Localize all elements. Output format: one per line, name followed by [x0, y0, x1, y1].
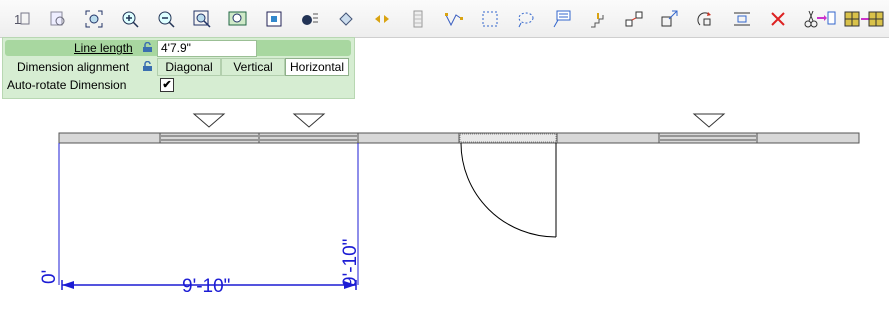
label-button[interactable]	[552, 9, 572, 29]
move-points-button[interactable]	[624, 9, 644, 29]
auto-rotate-label: Auto-rotate Dimension	[7, 78, 127, 92]
print-preview-button[interactable]	[48, 9, 68, 29]
line-length-input[interactable]: 4'7.9"	[157, 40, 257, 57]
door[interactable]	[459, 133, 557, 238]
selected-outline[interactable]	[58, 143, 359, 285]
dimension-alignment-label: Dimension alignment	[17, 60, 130, 74]
property-panel: Line length 4'7.9" Dimension alignment D…	[2, 37, 355, 99]
eraser-icon	[339, 12, 353, 26]
scale-button[interactable]	[660, 9, 680, 29]
polyline-icon	[445, 13, 463, 27]
selection-box-icon	[482, 11, 498, 27]
scale-icon	[661, 10, 678, 27]
number-view-icon: 1	[14, 12, 30, 27]
fill-select-button[interactable]	[264, 9, 284, 29]
alignment-option-diagonal[interactable]: Diagonal	[157, 58, 221, 76]
print-preview-icon	[50, 11, 65, 26]
zoom-extents-button[interactable]	[84, 9, 104, 29]
cut-paste-icon	[804, 10, 836, 28]
text-style-icon	[302, 13, 318, 25]
text-style-button[interactable]	[300, 9, 320, 29]
line-length-label[interactable]: Line length	[74, 40, 133, 56]
array-button[interactable]	[844, 9, 884, 29]
dimension-horizontal-label[interactable]: 9'-10"	[182, 276, 230, 297]
zoom-in-icon	[122, 11, 139, 28]
dimension-vertical-label[interactable]: 9'-10"	[340, 239, 361, 287]
lasso-button[interactable]	[516, 9, 536, 29]
window-marker-icon[interactable]	[192, 113, 226, 128]
arrows-button[interactable]	[372, 9, 392, 29]
label-icon	[553, 10, 571, 28]
svg-text:1: 1	[14, 12, 21, 27]
alignment-option-vertical[interactable]: Vertical	[221, 58, 285, 76]
lasso-icon	[518, 12, 534, 28]
window[interactable]	[161, 135, 258, 141]
window[interactable]	[660, 135, 756, 141]
eraser-button[interactable]	[336, 9, 356, 29]
alignment-option-horizontal[interactable]: Horizontal	[285, 58, 349, 76]
window-marker-icon[interactable]	[692, 113, 726, 128]
window[interactable]	[260, 135, 357, 141]
lock-icon[interactable]	[142, 42, 153, 53]
wall[interactable]	[58, 132, 860, 144]
zoom-window-icon	[193, 10, 211, 28]
delete-button[interactable]	[768, 9, 788, 29]
zoom-in-button[interactable]	[120, 9, 140, 29]
lock-icon[interactable]	[142, 61, 153, 72]
stair-button[interactable]	[588, 9, 608, 29]
rotate-icon	[697, 12, 711, 26]
stair-icon	[591, 13, 604, 28]
dimension-zero-label[interactable]: 0'	[39, 270, 60, 284]
move-points-icon	[625, 11, 643, 27]
cut-paste-button[interactable]	[804, 9, 836, 29]
auto-rotate-checkbox[interactable]: ✔	[160, 78, 174, 92]
zoom-selection-button[interactable]	[228, 9, 248, 29]
column-button[interactable]	[408, 9, 428, 29]
zoom-extents-icon	[85, 10, 103, 28]
selection-box-button[interactable]	[480, 9, 500, 29]
align-button[interactable]	[732, 9, 752, 29]
zoom-selection-icon	[228, 11, 247, 26]
zoom-out-button[interactable]	[156, 9, 176, 29]
arrows-icon	[375, 15, 389, 23]
toolbar: 1	[0, 0, 889, 38]
fill-select-icon	[266, 11, 282, 27]
array-icon	[844, 11, 884, 27]
zoom-out-icon	[158, 11, 175, 28]
zoom-window-button[interactable]	[192, 9, 212, 29]
column-icon	[413, 10, 423, 28]
align-icon	[734, 12, 750, 26]
polyline-button[interactable]	[444, 9, 464, 29]
delete-icon	[771, 12, 785, 26]
rotate-button[interactable]	[696, 9, 716, 29]
number-view-button[interactable]: 1	[12, 9, 32, 29]
window-marker-icon[interactable]	[292, 113, 326, 128]
dimension-line[interactable]	[61, 280, 357, 290]
